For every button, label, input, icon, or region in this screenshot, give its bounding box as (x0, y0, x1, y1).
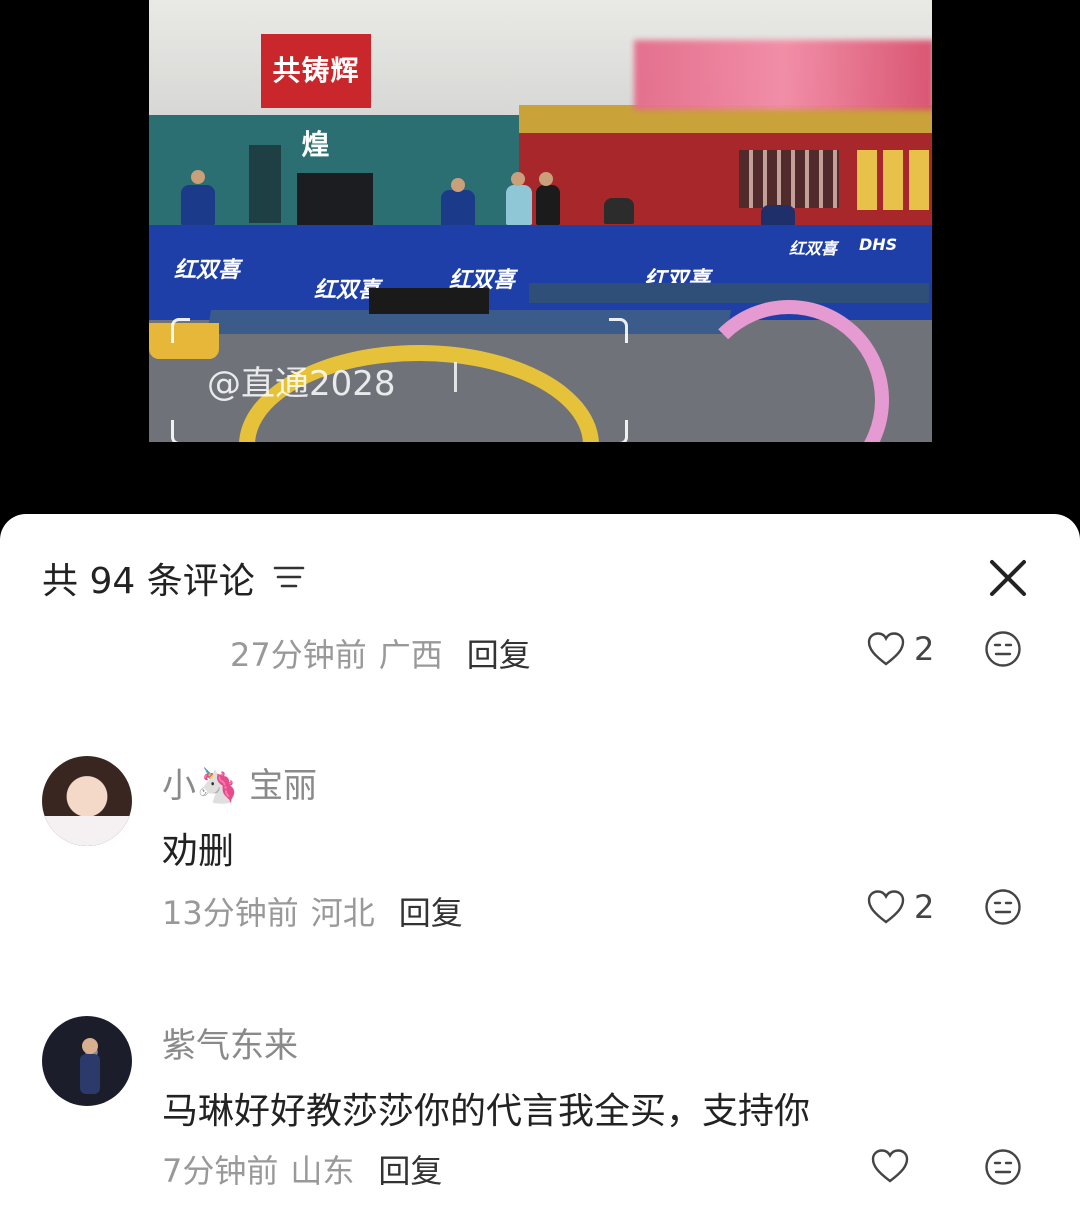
person (181, 185, 215, 225)
door (249, 145, 281, 223)
certificate-frames (857, 150, 932, 210)
person (506, 185, 532, 225)
like-count: 2 (914, 630, 935, 668)
video-watermark: @直通2028 (207, 364, 396, 404)
comment-location: 广西 (378, 636, 443, 674)
person (604, 198, 634, 224)
reply-button[interactable]: 回复 (399, 888, 463, 934)
ping-pong-table (529, 283, 929, 303)
frame-corner (609, 420, 628, 442)
table-net (369, 288, 489, 314)
like-count: 2 (914, 888, 935, 926)
avatar-figure (80, 1054, 100, 1094)
watermark-divider (454, 362, 457, 392)
close-x-icon[interactable] (986, 556, 1030, 600)
frame-corner (171, 420, 190, 442)
comment-text: 马琳好好教莎莎你的代言我全买，支持你 (162, 1091, 811, 1132)
reply-button[interactable]: 回复 (467, 630, 531, 676)
comment-username[interactable]: 紫气东来 (162, 1018, 298, 1067)
comment-count-title: 共 94 条评论 (42, 561, 255, 602)
comment-username[interactable]: 小🦄 宝丽 (162, 758, 317, 807)
comment-location: 河北 (310, 894, 375, 932)
like-button[interactable]: 2 (866, 630, 934, 668)
person (536, 185, 560, 225)
avatar-collar (42, 816, 132, 846)
reply-button[interactable]: 回复 (378, 1146, 442, 1192)
blurred-banner (634, 40, 932, 110)
hall-banner: 共铸辉煌 (261, 34, 371, 161)
avatar[interactable] (42, 756, 132, 846)
comment-time: 7分钟前 (162, 1152, 279, 1190)
avatar-head (82, 1038, 98, 1054)
dislike-face-icon[interactable] (984, 888, 1022, 926)
comment-location: 山东 (290, 1152, 355, 1190)
avatar[interactable] (42, 1016, 132, 1106)
ad-text: 红双喜 (789, 239, 838, 258)
comment-time: 27分钟前 (230, 636, 367, 674)
like-button[interactable]: 2 (866, 888, 934, 926)
person-head (511, 172, 525, 186)
comment-sheet: 共 94 条评论 27分钟前 广西 回复 2 小🦄 宝丽 劝删 13分钟前 河北… (0, 514, 1080, 1230)
comment-text: 劝删 (162, 831, 235, 872)
video-frame[interactable]: 共铸辉煌 红双喜 红双喜 红双喜 红双喜 红双喜 DHS @直通2028 (149, 0, 932, 442)
photo-wall (739, 150, 839, 208)
comment-meta: 27分钟前 广西 回复 (230, 630, 531, 676)
frame-corner (171, 318, 190, 343)
like-button[interactable] (870, 1148, 910, 1184)
dislike-face-icon[interactable] (984, 1148, 1022, 1186)
heart-icon (867, 632, 905, 666)
person-head (451, 178, 465, 192)
heart-icon (867, 890, 905, 924)
person-head (191, 170, 205, 184)
frame-corner (609, 318, 628, 343)
sort-lines-icon[interactable] (273, 564, 305, 590)
comment-time: 13分钟前 (162, 894, 299, 932)
dislike-face-icon[interactable] (984, 630, 1022, 668)
ad-text: 红双喜 (174, 258, 241, 283)
comment-meta: 13分钟前 河北 回复 (162, 888, 463, 934)
person-head (539, 172, 553, 186)
heart-icon (871, 1149, 909, 1183)
ad-text: DHS (859, 235, 898, 254)
comment-meta: 7分钟前 山东 回复 (162, 1146, 442, 1192)
